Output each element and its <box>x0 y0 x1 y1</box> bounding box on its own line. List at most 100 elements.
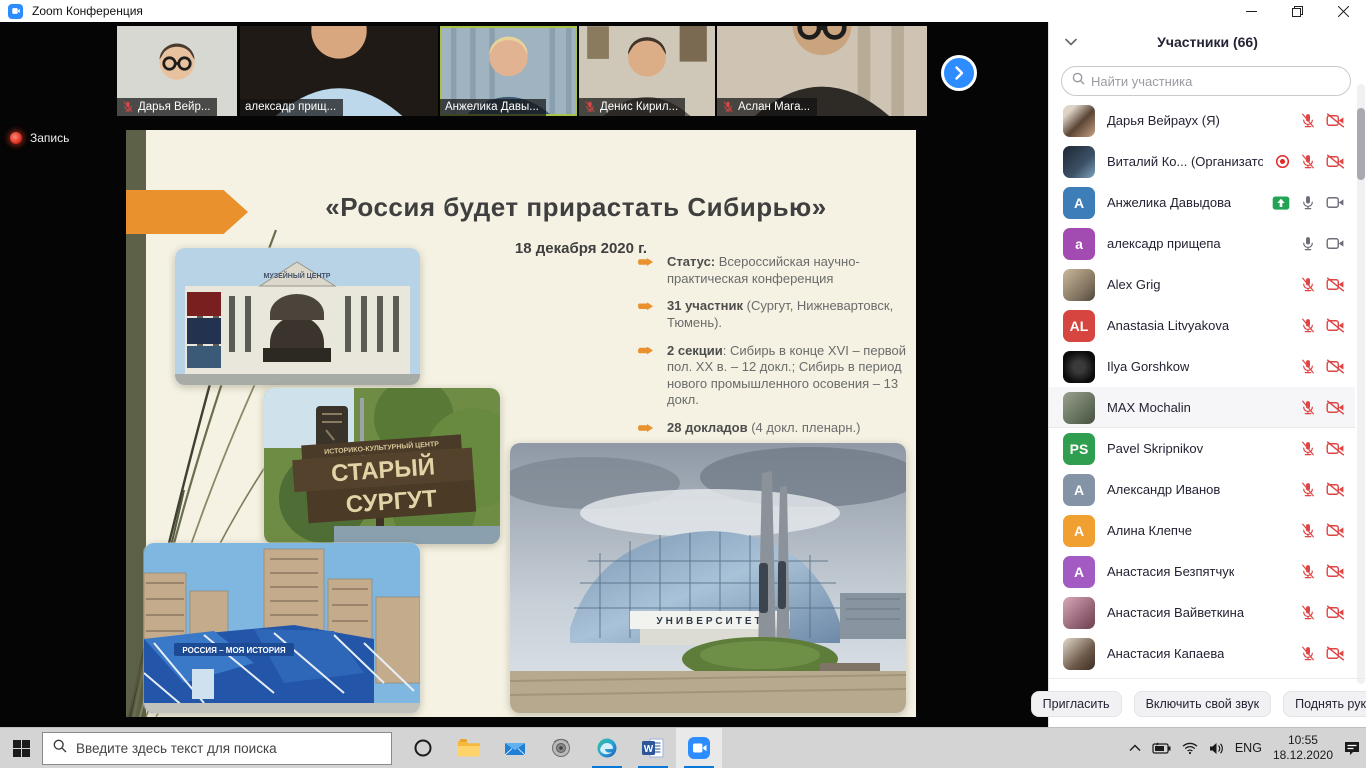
participant-name: Alex Grig <box>1107 277 1160 292</box>
minimize-button[interactable] <box>1228 0 1274 22</box>
video-thumbnail[interactable]: Аслан Мага... <box>717 26 927 116</box>
tray-chevron-up-icon[interactable] <box>1129 744 1141 752</box>
raise-hand-button[interactable]: Поднять руку <box>1283 691 1366 717</box>
mic-muted-icon <box>1300 153 1316 170</box>
avatar <box>1063 597 1095 629</box>
volume-icon[interactable] <box>1209 742 1224 755</box>
participant-status-icons <box>1300 440 1345 457</box>
next-participants-page-button[interactable] <box>941 55 977 91</box>
participants-footer: Пригласить Включить свой звук Поднять ру… <box>1049 678 1366 717</box>
participant-name: Дарья Вейраух (Я) <box>1107 113 1220 128</box>
avatar <box>1063 351 1095 383</box>
photo-university: УНИВЕРСИТЕТ <box>510 443 906 713</box>
camera-off-icon <box>1326 564 1345 579</box>
participant-status-icons <box>1300 276 1345 293</box>
unmute-self-button[interactable]: Включить свой звук <box>1134 691 1272 717</box>
avatar <box>1063 638 1095 670</box>
camera-off-icon <box>1326 646 1345 661</box>
participant-name: Виталий Ко... (Организатор) <box>1107 154 1263 169</box>
participant-row[interactable]: Анастасия Капаева <box>1049 633 1355 674</box>
participant-name: Анжелика Давыдова <box>1107 195 1231 210</box>
photo-stary-surgut-sign: ИСТОРИКО-КУЛЬТУРНЫЙ ЦЕНТР СТАРЫЙ СУРГУТ <box>264 388 500 544</box>
clock-time: 10:55 <box>1273 733 1333 748</box>
participant-row[interactable]: Виталий Ко... (Организатор) <box>1049 141 1355 182</box>
wifi-icon[interactable] <box>1182 742 1198 754</box>
participant-name: Алина Клепче <box>1107 523 1192 538</box>
video-thumbnail[interactable]: алексадр прищ... <box>240 26 438 116</box>
scrollbar-thumb[interactable] <box>1357 108 1365 180</box>
participant-status-icons <box>1300 399 1345 416</box>
museum-label: МУЗЕЙНЫЙ ЦЕНТР <box>264 271 331 280</box>
bullet-arrow-icon <box>638 302 653 310</box>
video-thumbnail[interactable]: Денис Кирил... <box>579 26 715 116</box>
camera-off-icon <box>1326 113 1345 128</box>
mic-muted-icon <box>1300 481 1316 498</box>
participant-row[interactable]: Дарья Вейраух (Я) <box>1049 100 1355 141</box>
participant-row[interactable]: MAX Mochalin <box>1049 387 1355 428</box>
language-indicator[interactable]: ENG <box>1235 741 1262 755</box>
participant-search <box>1061 66 1351 96</box>
mic-muted-icon <box>122 100 134 113</box>
video-thumbnail[interactable]: Дарья Вейр... <box>117 26 237 116</box>
speaker-app-icon[interactable] <box>538 728 584 768</box>
mic-muted-icon <box>722 100 734 113</box>
windows-taskbar: W ENG 10:55 18.12.2020 <box>0 727 1366 768</box>
slide-bullet-list: Статус: Всероссийская научно-практическа… <box>638 254 910 437</box>
bullet-arrow-icon <box>638 424 653 432</box>
title-arrow-shape <box>126 190 248 234</box>
taskbar-search-icon <box>53 739 67 758</box>
participant-status-icons <box>1275 153 1345 170</box>
slide-bullet: 28 докладов (4 докл. пленарн.) <box>638 420 910 437</box>
participant-row[interactable]: А Анастасия Безпятчук <box>1049 551 1355 592</box>
participant-row[interactable]: Alex Grig <box>1049 264 1355 305</box>
video-name-label: алексадр прищ... <box>240 99 343 116</box>
avatar <box>1063 269 1095 301</box>
cortana-button[interactable] <box>400 728 446 768</box>
participant-status-icons <box>1300 645 1345 662</box>
file-explorer-icon[interactable] <box>446 728 492 768</box>
camera-off-icon <box>1326 318 1345 333</box>
participant-row[interactable]: Анастасия Вайветкина <box>1049 592 1355 633</box>
taskbar-search <box>42 732 392 765</box>
video-thumbnail[interactable]: Анжелика Давы... <box>440 26 577 116</box>
participants-list: Дарья Вейраух (Я) Виталий Ко... (Организ… <box>1049 100 1355 674</box>
participant-row[interactable]: aалексадр прищепа <box>1049 223 1355 264</box>
avatar: А <box>1063 556 1095 588</box>
participant-status-icons <box>1300 604 1345 621</box>
svg-text:W: W <box>644 744 654 755</box>
participants-scrollbar[interactable] <box>1357 84 1365 684</box>
close-button[interactable] <box>1320 0 1366 22</box>
participant-search-input[interactable] <box>1091 74 1340 89</box>
participant-status-icons <box>1300 563 1345 580</box>
edge-browser-icon[interactable] <box>584 728 630 768</box>
participant-status-icons <box>1272 194 1345 211</box>
restore-button[interactable] <box>1274 0 1320 22</box>
window-controls <box>1228 0 1366 22</box>
participant-row[interactable]: Ilya Gorshkow <box>1049 346 1355 387</box>
participant-row[interactable]: ААлександр Иванов <box>1049 469 1355 510</box>
mic-muted-icon <box>1300 276 1316 293</box>
participant-name: Анастасия Капаева <box>1107 646 1224 661</box>
window-title: Zoom Конференция <box>32 4 143 18</box>
participant-row[interactable]: ALAnastasia Litvyakova <box>1049 305 1355 346</box>
word-icon[interactable]: W <box>630 728 676 768</box>
action-center-icon[interactable] <box>1344 741 1360 756</box>
participant-name: Анастасия Безпятчук <box>1107 564 1234 579</box>
clock[interactable]: 10:55 18.12.2020 <box>1273 733 1333 763</box>
university-label: УНИВЕРСИТЕТ <box>656 616 763 627</box>
avatar: PS <box>1063 433 1095 465</box>
mic-muted-icon <box>1300 522 1316 539</box>
video-thumbnail-strip: Дарья Вейр... алексадр прищ... Анжелика … <box>0 22 1048 120</box>
participant-row[interactable]: PSPavel Skripnikov <box>1049 428 1355 469</box>
battery-icon[interactable] <box>1152 742 1171 754</box>
bullet-text: 28 докладов (4 докл. пленарн.) <box>667 420 860 437</box>
clock-date: 18.12.2020 <box>1273 748 1333 763</box>
participant-row[interactable]: ААлина Клепче <box>1049 510 1355 551</box>
start-button[interactable] <box>0 728 42 768</box>
invite-button[interactable]: Пригласить <box>1031 691 1122 717</box>
mail-icon[interactable] <box>492 728 538 768</box>
participant-status-icons <box>1300 481 1345 498</box>
participant-row[interactable]: ААнжелика Давыдова <box>1049 182 1355 223</box>
taskbar-search-input[interactable] <box>76 741 381 756</box>
zoom-taskbar-icon[interactable] <box>676 728 722 768</box>
